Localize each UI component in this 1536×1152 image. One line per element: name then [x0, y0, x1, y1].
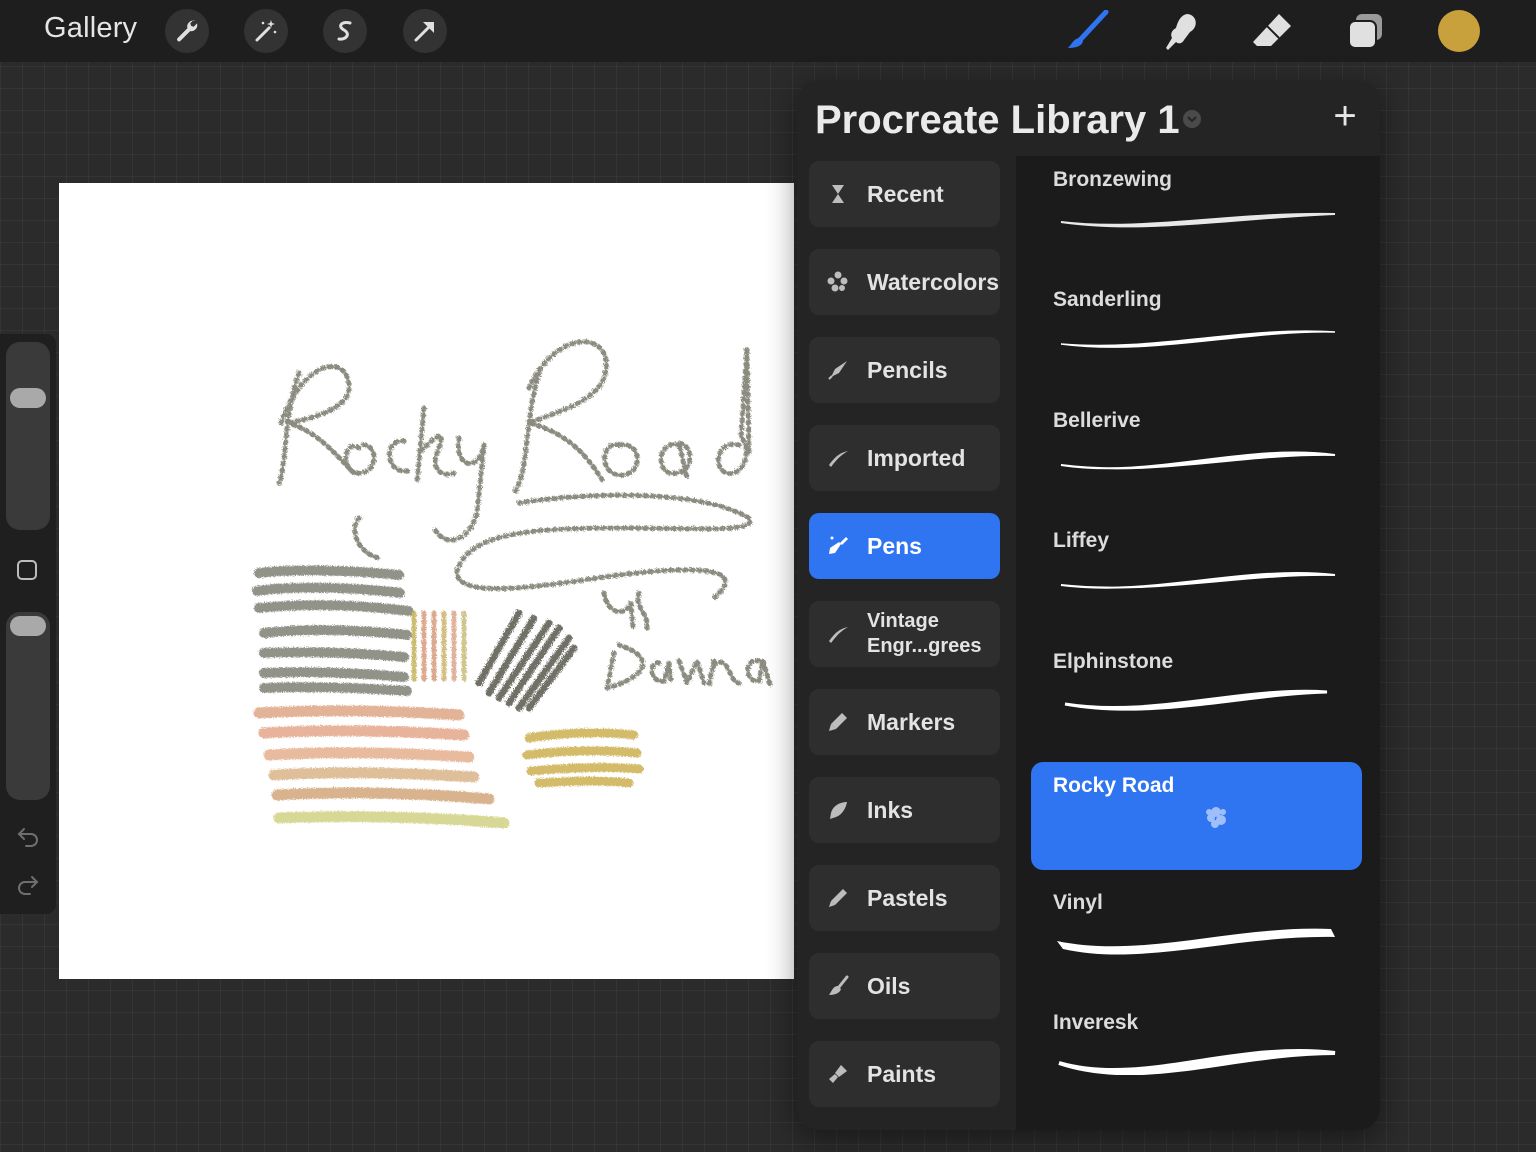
brush-set-label: Pencils — [867, 356, 948, 383]
brush-set-vintage-engravings[interactable]: Vintage Engr...grees — [809, 601, 1000, 667]
brush-name: Liffey — [1053, 529, 1110, 552]
opacity-slider[interactable] — [6, 612, 50, 800]
brush-set-imported[interactable]: Imported — [809, 425, 1000, 491]
modifier-square-icon[interactable] — [17, 560, 37, 580]
brush-name: Rocky Road — [1053, 774, 1175, 797]
brush-set-watercolors[interactable]: Watercolors — [809, 249, 1000, 315]
chevron-down-icon[interactable] — [1183, 110, 1201, 128]
brush-sanderling[interactable]: Sanderling — [1031, 276, 1362, 384]
brush-rocky-road[interactable]: Rocky Road — [1031, 762, 1362, 870]
brush-set-label: Markers — [867, 708, 956, 735]
brush-icon[interactable] — [1066, 10, 1110, 52]
brush-name: Sanderling — [1053, 288, 1162, 311]
brush-name: Bellerive — [1053, 409, 1141, 432]
brush-set-label: Recent — [867, 180, 944, 207]
brush-set-pens[interactable]: Pens — [809, 513, 1000, 579]
brushes-list: Bronzewing Sanderling Bellerive Liffey E… — [1016, 156, 1380, 1130]
magic-wand-icon[interactable] — [244, 9, 288, 53]
top-toolbar: Gallery — [0, 0, 1536, 62]
brush-set-label: Pens — [867, 532, 922, 559]
brush-stroke-preview — [1060, 572, 1336, 589]
paint-brush-icon — [809, 1063, 867, 1085]
brush-bronzewing[interactable]: Bronzewing — [1031, 156, 1362, 264]
brush-set-pastels[interactable]: Pastels — [809, 865, 1000, 931]
pencil-icon — [809, 359, 867, 381]
brush-name: Vinyl — [1053, 891, 1103, 914]
selection-icon[interactable] — [323, 9, 367, 53]
side-bar — [0, 334, 56, 914]
brush-bellerive[interactable]: Bellerive — [1031, 397, 1362, 505]
stroke-icon — [809, 447, 867, 469]
brush-set-label: Watercolors — [867, 268, 1000, 295]
brush-set-label: Vintage Engr...grees — [867, 610, 982, 657]
brush-inveresk[interactable]: Inveresk — [1031, 999, 1362, 1107]
eraser-icon[interactable] — [1251, 10, 1295, 52]
brush-stroke-preview — [1206, 807, 1226, 828]
color-picker-swatch[interactable] — [1438, 10, 1480, 52]
brush-set-label: Inks — [867, 796, 914, 823]
layers-icon[interactable] — [1344, 10, 1388, 52]
brush-set-oils[interactable]: Oils — [809, 953, 1000, 1019]
brush-size-slider[interactable] — [6, 342, 50, 530]
redo-icon[interactable] — [16, 872, 40, 896]
drawing-canvas[interactable] — [59, 183, 794, 979]
library-title[interactable]: Procreate Library 1 — [815, 98, 1180, 143]
brush-liffey[interactable]: Liffey — [1031, 517, 1362, 625]
brush-library-panel: Procreate Library 1 + Recent Watercolors… — [797, 80, 1380, 1130]
artwork — [252, 339, 774, 829]
gallery-button[interactable]: Gallery — [44, 12, 137, 45]
opacity-thumb[interactable] — [10, 616, 46, 636]
brush-name: Bronzewing — [1053, 168, 1172, 191]
undo-icon[interactable] — [16, 824, 40, 848]
brush-set-paints[interactable]: Paints — [809, 1041, 1000, 1107]
brush-set-label: Paints — [867, 1060, 937, 1087]
brush-stroke-preview — [1060, 212, 1336, 228]
stroke-icon — [809, 623, 867, 645]
brush-stroke-preview — [1058, 1048, 1336, 1075]
brush-name: Elphinstone — [1053, 650, 1174, 673]
brush-set-label: Pastels — [867, 884, 948, 911]
smudge-icon[interactable] — [1158, 10, 1202, 52]
brush-set-recent[interactable]: Recent — [809, 161, 1000, 227]
brush-stroke-preview — [1064, 689, 1328, 711]
wrench-icon[interactable] — [165, 9, 209, 53]
add-brush-button[interactable]: + — [1327, 94, 1363, 138]
brush-elphinstone[interactable]: Elphinstone — [1031, 638, 1362, 746]
brush-stroke-preview — [1060, 451, 1336, 470]
brush-set-label: Oils — [867, 972, 911, 999]
transform-arrow-icon[interactable] — [403, 9, 447, 53]
ink-icon — [809, 799, 867, 821]
brush-sets-list: Recent Watercolors Pencils Imported Pens… — [797, 156, 1016, 1130]
marker-icon — [809, 711, 867, 733]
brush-set-markers[interactable]: Markers — [809, 689, 1000, 755]
brush-stroke-preview — [1057, 928, 1335, 955]
oil-brush-icon — [809, 975, 867, 997]
brush-size-thumb[interactable] — [10, 388, 46, 408]
watercolor-drops-icon — [809, 271, 867, 293]
pastel-icon — [809, 887, 867, 909]
brush-set-inks[interactable]: Inks — [809, 777, 1000, 843]
hourglass-icon — [809, 184, 867, 204]
pen-icon — [809, 534, 867, 558]
brush-set-label: Imported — [867, 444, 966, 471]
brush-name: Inveresk — [1053, 1011, 1139, 1034]
brush-set-pencils[interactable]: Pencils — [809, 337, 1000, 403]
brush-stroke-preview — [1060, 330, 1336, 348]
brush-vinyl[interactable]: Vinyl — [1031, 879, 1362, 987]
